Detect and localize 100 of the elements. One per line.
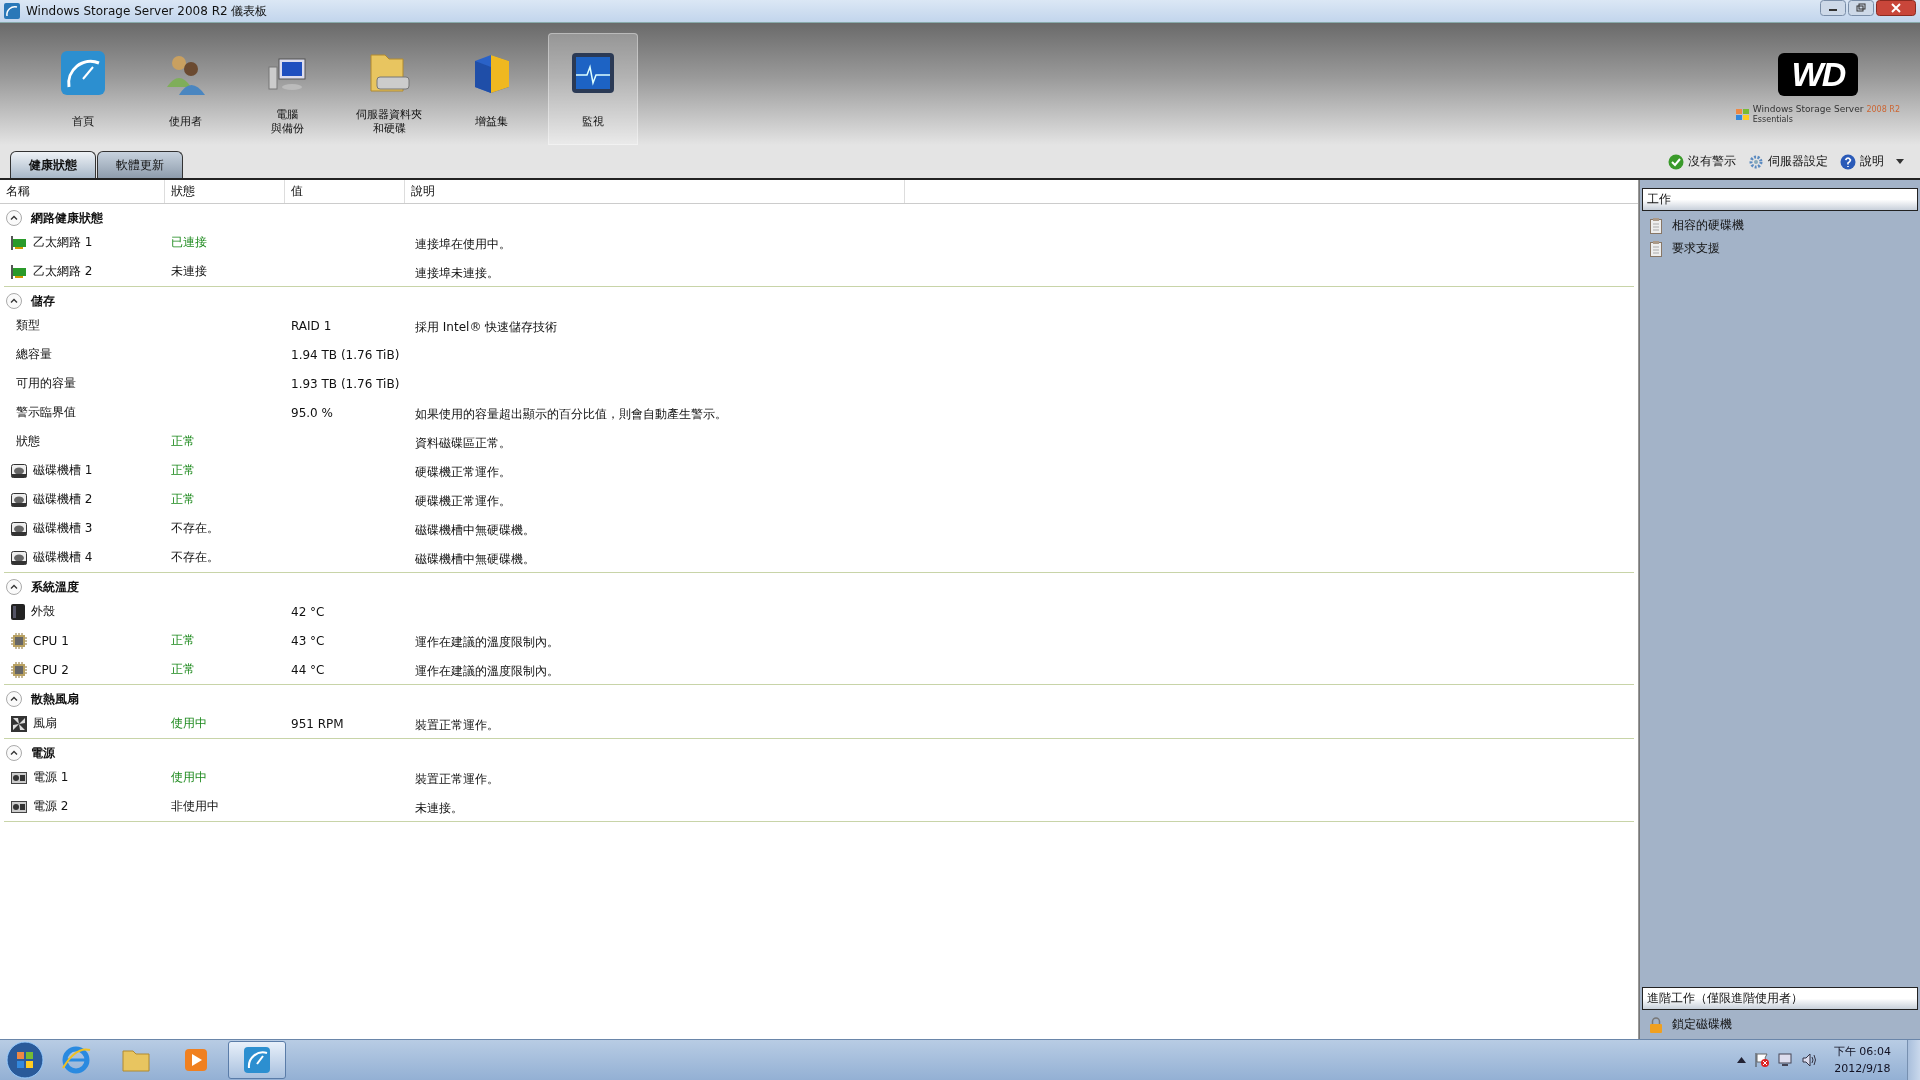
tab[interactable]: 軟體更新 bbox=[97, 151, 183, 178]
collapse-icon[interactable] bbox=[6, 293, 22, 309]
network-card-icon bbox=[11, 264, 27, 279]
table-cell: 1.93 TB (1.76 TiB) bbox=[291, 376, 400, 391]
help-icon bbox=[1840, 153, 1856, 170]
column-header[interactable]: 說明 bbox=[405, 180, 905, 203]
table-cell: 電源 1 bbox=[33, 769, 69, 786]
status-text: 使用中 bbox=[171, 715, 207, 732]
status-text: 正常 bbox=[171, 661, 195, 678]
table-cell: 如果使用的容量超出顯示的百分比值，則會自動產生警示。 bbox=[415, 406, 727, 423]
table-cell: 電源 2 bbox=[33, 798, 69, 815]
header-link[interactable]: 伺服器設定 bbox=[1748, 153, 1828, 170]
power-supply-icon bbox=[11, 771, 27, 784]
nav-button[interactable]: 監視 bbox=[548, 33, 638, 145]
collapse-icon[interactable] bbox=[6, 579, 22, 595]
table-cell: 乙太網路 1 bbox=[33, 234, 93, 251]
table-cell: 磁碟機槽 3 bbox=[33, 520, 93, 537]
group-title: 系統溫度 bbox=[31, 578, 79, 596]
nav-button[interactable]: 使用者 bbox=[140, 33, 230, 145]
table-cell: RAID 1 bbox=[291, 318, 332, 333]
nav-button[interactable]: 伺服器資料夾 和硬碟 bbox=[344, 33, 434, 145]
restore-icon[interactable] bbox=[1848, 0, 1874, 16]
task-link[interactable]: 相容的硬碟機 bbox=[1650, 217, 1910, 234]
table-cell: 類型 bbox=[16, 317, 40, 334]
collapse-icon[interactable] bbox=[6, 210, 22, 226]
network-icon[interactable] bbox=[1777, 1052, 1794, 1068]
dropdown-caret-icon[interactable] bbox=[1896, 159, 1904, 164]
nav-label: 監視 bbox=[582, 115, 604, 129]
status-text: 使用中 bbox=[171, 769, 207, 786]
table-cell: 硬碟機正常運作。 bbox=[415, 493, 511, 510]
nav-label: 電腦 bbox=[276, 108, 298, 122]
table-cell: 磁碟機槽 4 bbox=[33, 549, 93, 566]
table-cell: 連接埠未連接。 bbox=[415, 265, 499, 282]
task-link[interactable]: 鎖定磁碟機 bbox=[1650, 1016, 1910, 1033]
nav-button[interactable]: 增益集 bbox=[446, 33, 536, 145]
brand-logo: WD bbox=[1777, 53, 1859, 96]
column-header[interactable]: 名稱 bbox=[0, 180, 165, 203]
table-cell: 磁碟機槽 2 bbox=[33, 491, 93, 508]
table-cell: CPU 2 bbox=[33, 662, 69, 677]
group-title: 散熱風扇 bbox=[31, 690, 79, 708]
column-header[interactable]: 值 bbox=[285, 180, 405, 203]
lock-icon bbox=[1650, 1016, 1662, 1033]
table-cell: 42 °C bbox=[291, 604, 325, 619]
tab[interactable]: 健康狀態 bbox=[10, 151, 96, 178]
table-cell: 硬碟機正常運作。 bbox=[415, 464, 511, 481]
header-link[interactable]: 說明 bbox=[1840, 153, 1884, 170]
collapse-icon[interactable] bbox=[6, 745, 22, 761]
flag-icon[interactable] bbox=[1753, 1052, 1770, 1068]
column-header[interactable]: 狀態 bbox=[165, 180, 285, 203]
table-cell: 磁碟機槽 1 bbox=[33, 462, 93, 479]
nav-button[interactable]: 首頁 bbox=[38, 33, 128, 145]
clipboard-icon bbox=[1650, 240, 1662, 257]
close-icon[interactable] bbox=[1876, 0, 1916, 16]
clipboard-icon bbox=[1650, 217, 1662, 234]
hard-drive-icon bbox=[11, 463, 27, 478]
nav-label: 和硬碟 bbox=[372, 122, 406, 136]
browser-icon bbox=[60, 1044, 92, 1076]
hard-drive-icon bbox=[11, 550, 27, 565]
nav-label: 增益集 bbox=[474, 115, 508, 129]
power-supply-icon bbox=[11, 800, 27, 813]
taskbar-button[interactable] bbox=[228, 1041, 286, 1079]
gauge-icon bbox=[59, 49, 107, 97]
gauge-icon bbox=[241, 1044, 273, 1076]
network-card-icon bbox=[11, 235, 27, 250]
table-cell: 連接埠在使用中。 bbox=[415, 236, 511, 253]
status-text: 正常 bbox=[171, 491, 195, 508]
minimize-icon[interactable] bbox=[1820, 0, 1846, 16]
check-icon bbox=[1668, 153, 1684, 170]
pane-header: 工作 bbox=[1642, 188, 1918, 211]
task-link[interactable]: 要求支援 bbox=[1650, 240, 1910, 257]
table-cell: 可用的容量 bbox=[16, 375, 76, 392]
speaker-icon[interactable] bbox=[1801, 1052, 1818, 1068]
table-cell: 狀態 bbox=[16, 433, 40, 450]
start-button-icon[interactable] bbox=[6, 1041, 44, 1079]
table-cell: 磁碟機槽中無硬碟機。 bbox=[415, 551, 535, 568]
table-cell: 裝置正常運作。 bbox=[415, 717, 499, 734]
header-link[interactable]: 沒有警示 bbox=[1668, 153, 1736, 170]
status-text: 不存在。 bbox=[171, 549, 219, 566]
status-text: 不存在。 bbox=[171, 520, 219, 537]
collapse-icon[interactable] bbox=[6, 691, 22, 707]
server-case-icon bbox=[11, 603, 25, 620]
show-hidden-icons-icon[interactable] bbox=[1736, 1057, 1746, 1063]
table-cell: 43 °C bbox=[291, 633, 325, 648]
table-cell: 951 RPM bbox=[291, 716, 344, 731]
table-cell: 外殼 bbox=[31, 603, 55, 620]
table-cell: 警示臨界值 bbox=[16, 404, 76, 421]
status-text: 未連接 bbox=[171, 263, 207, 280]
table-cell: 95.0 % bbox=[291, 405, 333, 420]
nav-button[interactable]: 電腦 與備份 bbox=[242, 33, 332, 145]
table-cell: 運作在建議的溫度限制內。 bbox=[415, 663, 559, 680]
logo-caption: Windows Storage Server bbox=[1752, 104, 1864, 114]
windows-flag-icon bbox=[1735, 108, 1750, 121]
nav-label: 與備份 bbox=[270, 122, 304, 136]
nav-label: 首頁 bbox=[72, 115, 94, 129]
fan-icon bbox=[11, 715, 27, 732]
chip-icon bbox=[11, 661, 27, 678]
table-cell: 資料磁碟區正常。 bbox=[415, 435, 511, 452]
status-text: 正常 bbox=[171, 632, 195, 649]
clock[interactable]: 下午 06:04 2012/9/18 bbox=[1825, 1043, 1899, 1077]
logo-version: 2008 R2 bbox=[1866, 105, 1900, 115]
